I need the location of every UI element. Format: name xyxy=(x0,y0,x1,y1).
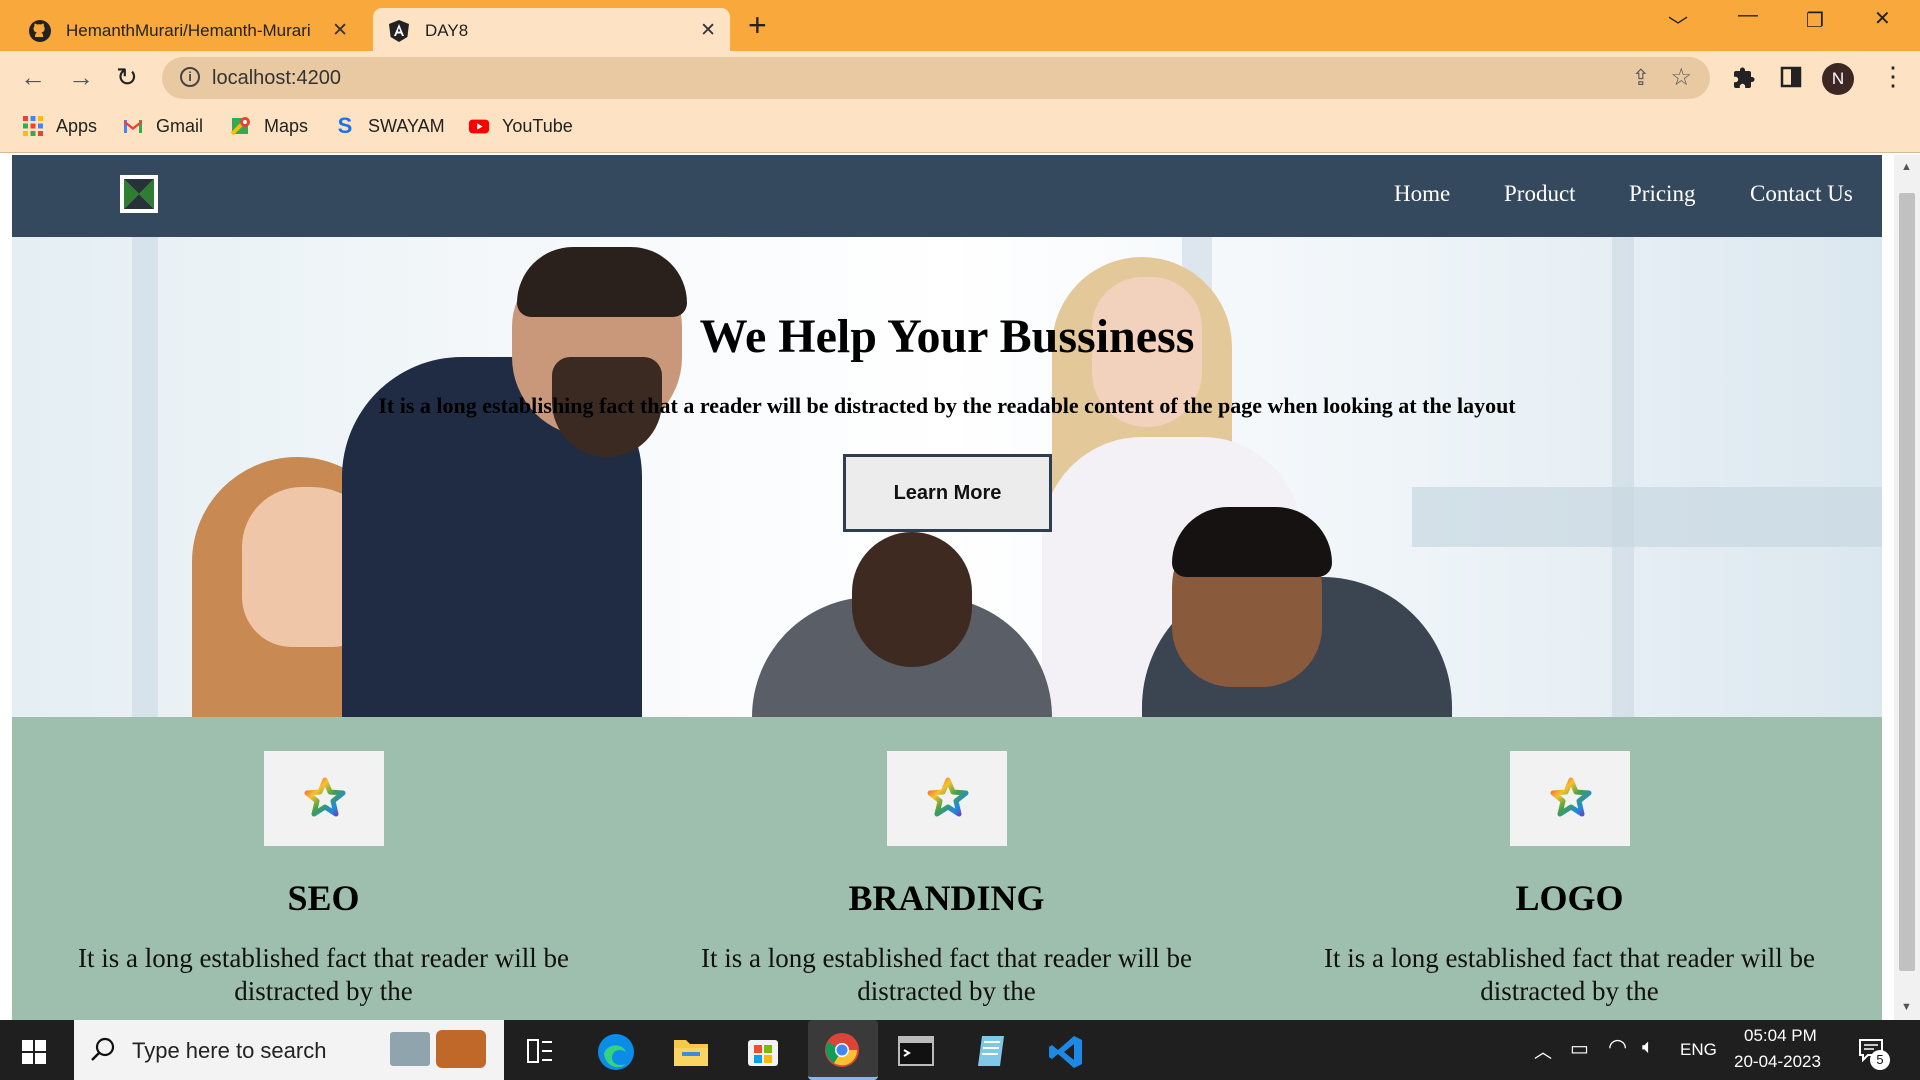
notification-count-badge: 5 xyxy=(1870,1050,1890,1070)
clock-date[interactable]: 20-04-2023 xyxy=(1734,1052,1821,1072)
nav-contact-us[interactable]: Contact Us xyxy=(1750,181,1853,207)
swayam-icon: S xyxy=(337,113,353,138)
scroll-down-arrow-icon[interactable]: ▼ xyxy=(1901,1001,1912,1013)
bookmark-label: Gmail xyxy=(156,115,204,136)
task-view-icon[interactable] xyxy=(526,1038,554,1064)
laptop-illustration-icon xyxy=(390,1032,430,1066)
angular-icon xyxy=(389,20,409,42)
learn-more-button[interactable]: Learn More xyxy=(843,454,1052,532)
browser-toolbar: ← → ↻ i localhost:4200 ⇪ ☆ N ⋮ xyxy=(0,51,1920,105)
notepad-icon[interactable] xyxy=(974,1034,1008,1068)
chrome-taskbar-button[interactable] xyxy=(808,1020,878,1080)
reload-icon[interactable]: ↻ xyxy=(116,63,138,91)
search-icon xyxy=(91,1037,115,1061)
tab-day8[interactable]: DAY8 ✕ xyxy=(373,8,730,51)
profile-avatar[interactable]: N xyxy=(1822,63,1854,95)
extensions-puzzle-icon[interactable] xyxy=(1732,66,1756,90)
bookmark-apps[interactable]: Apps xyxy=(22,115,97,137)
feature-card-seo: SEO It is a long established fact that r… xyxy=(12,717,635,1020)
feature-title: SEO xyxy=(287,878,360,918)
feature-title: BRANDING xyxy=(848,878,1045,918)
close-tab-icon[interactable]: ✕ xyxy=(332,19,348,42)
github-icon xyxy=(29,20,51,42)
side-panel-icon[interactable] xyxy=(1780,66,1802,88)
windows-taskbar: Type here to search ︿ ▭ ◠ 🔈︎ ENG 05:04 P… xyxy=(0,1020,1920,1080)
tab-strip: HemanthMurari/Hemanth-Murari ✕ DAY8 ✕ + … xyxy=(0,0,1920,51)
apps-grid-icon xyxy=(23,116,43,136)
tray-chevron-up-icon[interactable]: ︿ xyxy=(1534,1038,1552,1064)
feature-card-logo: LOGO It is a long established fact that … xyxy=(1258,717,1881,1020)
scrollbar-thumb[interactable] xyxy=(1899,193,1915,971)
star-logo-icon xyxy=(1550,777,1592,817)
edge-browser-icon[interactable] xyxy=(596,1032,636,1072)
feature-text: It is a long established fact that reade… xyxy=(77,943,570,1006)
bookmark-maps[interactable]: Maps xyxy=(230,115,308,137)
nav-product[interactable]: Product xyxy=(1504,181,1576,207)
bookmark-youtube[interactable]: YouTube xyxy=(468,115,573,137)
hero-section: We Help Your Bussiness It is a long esta… xyxy=(12,237,1882,717)
back-arrow-icon[interactable]: ← xyxy=(20,63,46,91)
address-bar[interactable]: i localhost:4200 ⇪ ☆ xyxy=(162,57,1710,99)
star-logo-icon xyxy=(304,777,346,817)
tab-github[interactable]: HemanthMurari/Hemanth-Murari ✕ xyxy=(0,8,362,51)
page-scrollbar[interactable]: ▲ ▼ xyxy=(1894,155,1920,1020)
maps-icon xyxy=(230,116,250,136)
scroll-up-arrow-icon[interactable]: ▲ xyxy=(1901,161,1912,173)
bookmark-swayam[interactable]: S SWAYAM xyxy=(334,115,445,137)
nav-home[interactable]: Home xyxy=(1394,181,1450,207)
bookmark-label: YouTube xyxy=(502,115,573,136)
bookmarks-bar: Apps Gmail Maps S SWAYAM YouTube xyxy=(0,105,1920,153)
volume-muted-icon[interactable]: 🔈︎ xyxy=(1642,1036,1654,1059)
web-page: Home Product Pricing Contact Us We Help … xyxy=(12,155,1882,1020)
feature-text: It is a long established fact that reade… xyxy=(1323,943,1816,1006)
chrome-icon xyxy=(825,1033,859,1067)
wifi-icon[interactable]: ◠ xyxy=(1608,1034,1627,1060)
forward-arrow-icon[interactable]: → xyxy=(68,63,94,91)
close-tab-icon[interactable]: ✕ xyxy=(700,19,716,42)
tab-title: DAY8 xyxy=(425,21,469,40)
feature-icon-box xyxy=(1510,751,1630,846)
bookmark-label: Apps xyxy=(56,115,98,136)
windows-start-icon[interactable] xyxy=(22,1040,46,1064)
bookmark-gmail[interactable]: Gmail xyxy=(122,115,203,137)
bookmark-label: Maps xyxy=(264,115,309,136)
nav-pricing[interactable]: Pricing xyxy=(1629,181,1695,207)
close-window-icon[interactable]: ✕ xyxy=(1874,6,1891,31)
restore-icon[interactable]: ❐ xyxy=(1806,8,1824,33)
feature-icon-box xyxy=(887,751,1007,846)
menu-kebab-icon[interactable]: ⋮ xyxy=(1880,61,1906,92)
hero-text: It is a long establishing fact that a re… xyxy=(378,393,1516,418)
file-explorer-icon[interactable] xyxy=(672,1034,710,1068)
briefcase-illustration-icon xyxy=(436,1030,486,1068)
minimize-icon[interactable]: — xyxy=(1738,4,1758,27)
site-navbar: Home Product Pricing Contact Us xyxy=(12,155,1882,237)
feature-icon-box xyxy=(264,751,384,846)
site-logo[interactable] xyxy=(120,175,158,213)
taskbar-search-box[interactable]: Type here to search xyxy=(74,1020,504,1080)
language-indicator[interactable]: ENG xyxy=(1680,1040,1717,1060)
tab-search-chevron-icon[interactable]: ﹀ xyxy=(1668,10,1688,39)
url-text[interactable]: localhost:4200 xyxy=(212,67,341,90)
bookmark-star-icon[interactable]: ☆ xyxy=(1670,63,1692,92)
bookmark-label: SWAYAM xyxy=(368,115,445,136)
site-info-icon[interactable]: i xyxy=(180,67,200,87)
terminal-icon[interactable] xyxy=(898,1036,934,1066)
microsoft-store-icon[interactable] xyxy=(746,1034,780,1068)
hero-title: We Help Your Bussiness xyxy=(699,310,1195,363)
share-icon[interactable]: ⇪ xyxy=(1632,65,1650,91)
star-logo-icon xyxy=(927,777,969,817)
new-tab-button[interactable]: + xyxy=(748,8,767,42)
youtube-icon xyxy=(468,119,490,134)
clock-time[interactable]: 05:04 PM xyxy=(1744,1026,1817,1046)
search-placeholder: Type here to search xyxy=(132,1038,327,1063)
feature-card-branding: BRANDING It is a long established fact t… xyxy=(635,717,1258,1020)
tab-title: HemanthMurari/Hemanth-Murari xyxy=(66,21,311,40)
feature-text: It is a long established fact that reade… xyxy=(700,943,1193,1006)
feature-title: LOGO xyxy=(1515,878,1624,918)
gmail-icon xyxy=(124,120,142,133)
battery-icon[interactable]: ▭ xyxy=(1570,1036,1589,1061)
vscode-icon[interactable] xyxy=(1048,1034,1084,1070)
